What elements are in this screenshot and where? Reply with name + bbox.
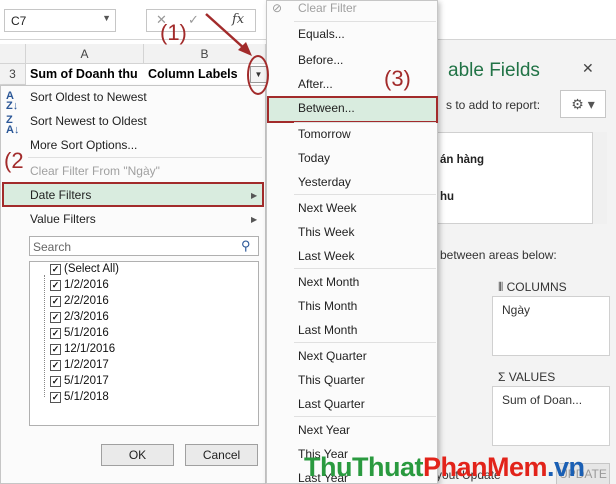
checkbox-item[interactable]: ✓ 12/1/2016 <box>50 343 115 355</box>
submenu-next-quarter[interactable]: Next Quarter <box>298 349 367 363</box>
check-icon: ✓ <box>50 279 61 291</box>
field-item[interactable]: án hàng <box>440 154 484 166</box>
annotation-step-1: (1) <box>160 20 187 45</box>
more-sort-options-item[interactable]: More Sort Options... <box>30 138 137 152</box>
values-chip[interactable]: Sum of Doan... <box>502 393 582 407</box>
clear-filter-item: Clear Filter From "Ngày" <box>30 164 160 178</box>
search-icon: ⚲ <box>241 238 251 253</box>
checkbox-item[interactable]: ✓ 1/2/2017 <box>50 359 109 371</box>
watermark-logo: ThuThuatPhanMem.vn <box>304 452 585 482</box>
menu-divider <box>294 122 436 123</box>
search-input[interactable]: Search <box>29 236 259 256</box>
menu-divider <box>294 342 436 343</box>
field-list-scrollbar[interactable] <box>592 132 607 224</box>
check-icon: ✓ <box>50 343 61 355</box>
check-icon: ✓ <box>50 375 61 387</box>
submenu-last-week[interactable]: Last Week <box>298 249 354 263</box>
columns-icon: ⦀ <box>498 280 507 294</box>
menu-divider <box>294 21 436 22</box>
cell-b3[interactable]: Column Labels <box>144 64 242 85</box>
submenu-arrow-icon: ▶ <box>251 191 258 200</box>
checkbox-item[interactable]: ✓ 2/3/2016 <box>50 311 109 323</box>
checkbox-item[interactable]: ✓ 2/2/2016 <box>50 295 109 307</box>
submenu-today[interactable]: Today <box>298 151 330 165</box>
annotation-ellipse <box>247 55 269 95</box>
submenu-this-week[interactable]: This Week <box>298 225 354 239</box>
submenu-tomorrow[interactable]: Tomorrow <box>298 127 351 141</box>
sort-newest-item[interactable]: Sort Newest to Oldest <box>30 114 147 128</box>
select-all-corner[interactable] <box>0 44 26 64</box>
check-icon: ✓ <box>50 295 61 307</box>
checkbox-item[interactable]: ✓ 5/1/2016 <box>50 327 109 339</box>
columns-area-label: ⦀ COLUMNS <box>498 280 567 294</box>
pane-title: able Fields <box>448 60 540 81</box>
check-icon: ✓ <box>50 311 61 323</box>
submenu-between[interactable]: Between... <box>298 101 355 115</box>
clear-filter-icon: ⊘ <box>272 1 283 15</box>
gear-icon[interactable]: ⚙ ▾ <box>560 90 606 118</box>
close-icon[interactable]: ✕ <box>582 60 594 77</box>
tree-line <box>44 275 45 397</box>
name-box[interactable]: C7 ▼ <box>4 9 116 32</box>
annotation-step-2: (2 <box>4 148 24 173</box>
submenu-last-month[interactable]: Last Month <box>298 323 357 337</box>
column-header-a[interactable]: A <box>26 44 144 64</box>
submenu-next-week[interactable]: Next Week <box>298 201 356 215</box>
sort-oldest-item[interactable]: Sort Oldest to Newest <box>30 90 147 104</box>
field-list <box>436 132 607 224</box>
submenu-equals[interactable]: Equals... <box>298 27 345 41</box>
pane-subtitle: s to add to report: <box>446 98 541 112</box>
checkbox-item[interactable]: ✓ 1/2/2016 <box>50 279 109 291</box>
submenu-next-year[interactable]: Next Year <box>298 423 350 437</box>
submenu-clear-filter: Clear Filter <box>298 1 357 15</box>
annotation-arrow-icon <box>205 13 252 56</box>
sort-ascending-icon: A Z↓ <box>6 90 19 112</box>
check-icon: ✓ <box>50 327 61 339</box>
menu-divider <box>294 268 436 269</box>
confirm-entry-icon[interactable]: ✓ <box>188 12 199 28</box>
columns-chip[interactable]: Ngày <box>502 303 530 317</box>
submenu-this-month[interactable]: This Month <box>298 299 357 313</box>
chevron-down-icon[interactable]: ▼ <box>102 13 111 23</box>
submenu-next-month[interactable]: Next Month <box>298 275 359 289</box>
checkbox-select-all[interactable]: ✓ (Select All) <box>50 263 119 275</box>
date-filters-item[interactable]: Date Filters <box>30 188 91 202</box>
submenu-after[interactable]: After... <box>298 77 333 91</box>
drag-hint: between areas below: <box>440 248 557 262</box>
row-header-3[interactable]: 3 <box>0 64 26 85</box>
ok-button[interactable]: OK <box>101 444 174 466</box>
submenu-last-quarter[interactable]: Last Quarter <box>298 397 365 411</box>
submenu-arrow-icon: ▶ <box>251 215 258 224</box>
checkbox-item[interactable]: ✓ 5/1/2018 <box>50 391 109 403</box>
cancel-button[interactable]: Cancel <box>185 444 258 466</box>
field-item[interactable]: hu <box>440 191 454 203</box>
menu-divider <box>28 157 262 158</box>
cell-a3[interactable]: Sum of Doanh thu <box>26 64 142 85</box>
check-icon: ✓ <box>50 391 61 403</box>
values-area-label: Σ VALUES <box>498 370 556 384</box>
name-box-value: C7 <box>11 14 27 28</box>
sort-descending-icon: Z A↓ <box>6 114 20 136</box>
check-icon: ✓ <box>50 263 61 275</box>
sigma-icon: Σ <box>498 370 509 384</box>
checkbox-item[interactable]: ✓ 5/1/2017 <box>50 375 109 387</box>
menu-divider <box>294 416 436 417</box>
date-filters-submenu <box>266 0 438 484</box>
submenu-yesterday[interactable]: Yesterday <box>298 175 351 189</box>
value-filters-item[interactable]: Value Filters <box>30 212 96 226</box>
submenu-before[interactable]: Before... <box>298 53 343 67</box>
annotation-step-3: (3) <box>384 66 411 91</box>
check-icon: ✓ <box>50 359 61 371</box>
menu-divider <box>294 194 436 195</box>
submenu-this-quarter[interactable]: This Quarter <box>298 373 365 387</box>
